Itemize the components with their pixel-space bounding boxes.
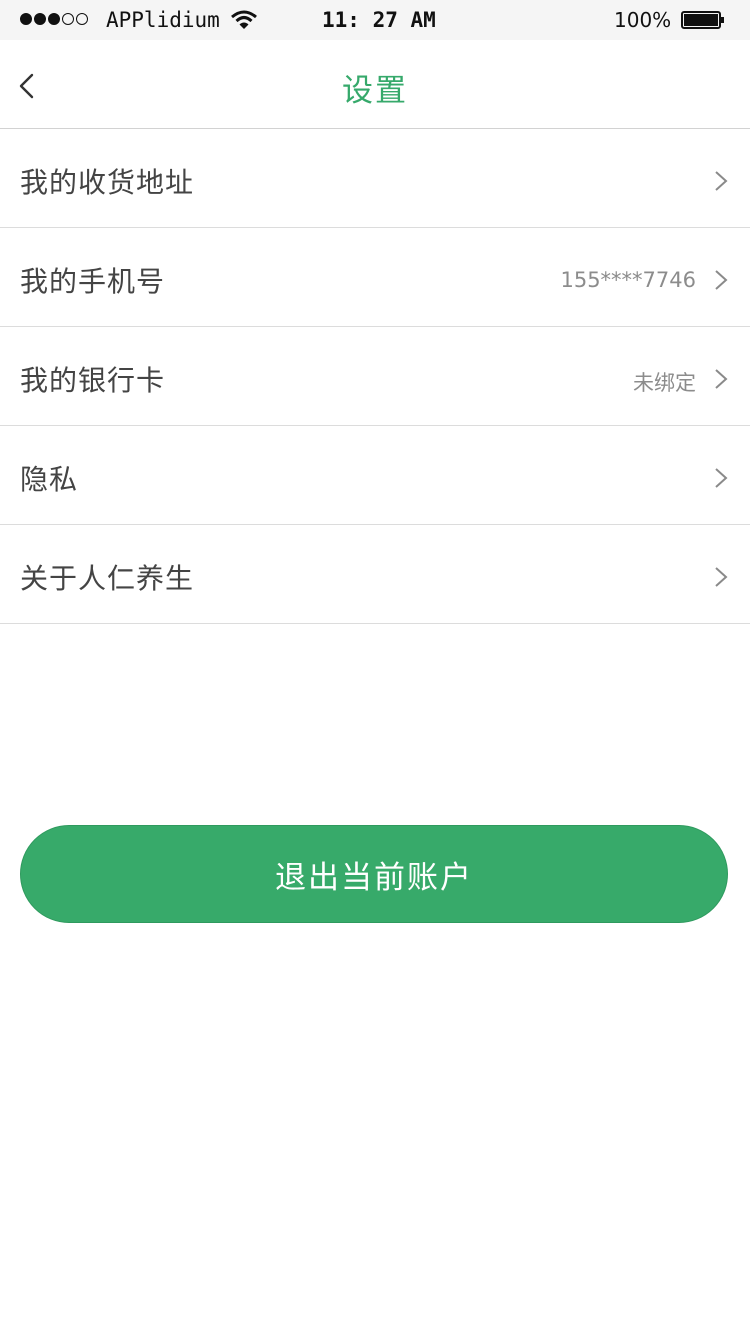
signal-dot bbox=[34, 13, 46, 25]
settings-row-phone[interactable]: 我的手机号 155****7746 bbox=[0, 228, 750, 327]
battery-percentage: 100% bbox=[614, 8, 672, 32]
settings-row-bank-card[interactable]: 我的银行卡 未绑定 bbox=[0, 327, 750, 426]
row-label: 我的银行卡 bbox=[20, 364, 166, 397]
row-label: 关于人仁养生 bbox=[20, 562, 195, 595]
signal-dot bbox=[48, 13, 60, 25]
chevron-right-icon bbox=[715, 369, 728, 389]
signal-dot bbox=[62, 13, 74, 25]
chevron-right-icon bbox=[715, 567, 728, 587]
clock: 11: 27 AM bbox=[322, 8, 436, 32]
nav-bar: 设置 bbox=[0, 40, 750, 129]
row-label: 我的收货地址 bbox=[20, 166, 195, 199]
settings-list: 我的收货地址 我的手机号 155****7746 我的银行卡 未绑定 隐私 关于… bbox=[0, 129, 750, 624]
row-label: 我的手机号 bbox=[20, 265, 166, 298]
signal-dot bbox=[20, 13, 32, 25]
chevron-right-icon bbox=[715, 468, 728, 488]
bank-card-status: 未绑定 bbox=[633, 371, 696, 395]
page-title: 设置 bbox=[342, 73, 408, 109]
chevron-right-icon bbox=[715, 270, 728, 290]
logout-button[interactable]: 退出当前账户 bbox=[20, 825, 728, 923]
signal-strength-icon bbox=[20, 13, 88, 27]
settings-row-privacy[interactable]: 隐私 bbox=[0, 426, 750, 525]
signal-dot bbox=[76, 13, 88, 25]
row-label: 隐私 bbox=[20, 463, 79, 496]
settings-row-about[interactable]: 关于人仁养生 bbox=[0, 525, 750, 624]
battery-icon bbox=[681, 11, 724, 29]
phone-number-value: 155****7746 bbox=[560, 268, 696, 292]
wifi-icon bbox=[231, 10, 257, 29]
settings-row-address[interactable]: 我的收货地址 bbox=[0, 129, 750, 228]
status-bar: APPlidium 11: 27 AM 100% bbox=[0, 0, 750, 40]
carrier-name: APPlidium bbox=[106, 8, 220, 32]
chevron-right-icon bbox=[715, 171, 728, 191]
